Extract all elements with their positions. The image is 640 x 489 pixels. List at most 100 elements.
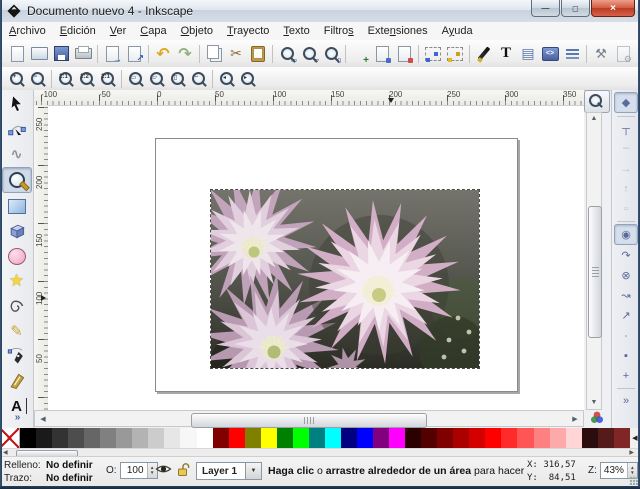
palette-swatch[interactable] (453, 428, 469, 448)
open-document-icon[interactable] (28, 43, 50, 65)
palette-swatch[interactable] (100, 428, 116, 448)
rectangle-tool[interactable] (3, 194, 31, 218)
vertical-ruler[interactable]: 250200150100500 (34, 105, 49, 410)
vertical-scroll-thumb[interactable] (588, 206, 602, 338)
more-snap-options-icon[interactable]: » (615, 391, 637, 410)
scroll-up-icon[interactable]: ▲ (587, 113, 601, 125)
document-page[interactable] (155, 138, 518, 392)
preferences-icon[interactable]: ⚒ (590, 43, 612, 65)
zoom-1-1-icon[interactable]: 1:1 (55, 69, 76, 89)
cut-icon[interactable]: ✂ (225, 43, 247, 65)
snap-cusp-nodes-icon[interactable]: ↝ (615, 286, 637, 305)
snap-bbox-edge-midpoints-icon[interactable]: ↑ (615, 179, 637, 198)
current-layer-select[interactable]: Layer 1 (196, 462, 246, 480)
palette-swatch[interactable] (132, 428, 148, 448)
palette-swatch[interactable] (148, 428, 164, 448)
palette-swatch[interactable] (20, 428, 36, 448)
text-dialog-icon[interactable]: T (495, 43, 517, 65)
palette-swatch[interactable] (164, 428, 180, 448)
palette-swatch[interactable] (116, 428, 132, 448)
zoom-to-drawing-icon[interactable]: ▱ (298, 43, 320, 65)
palette-swatch[interactable] (357, 428, 373, 448)
layers-dialog-icon[interactable]: ▤ (517, 43, 539, 65)
menu-edicion[interactable]: Edición (53, 23, 103, 39)
menu-filtros[interactable]: Filtros (317, 23, 361, 39)
calligraphy-tool[interactable] (3, 369, 31, 393)
zoom-value[interactable]: 43% (601, 465, 627, 476)
zoom-page-width-icon[interactable]: ⇔ (188, 69, 209, 89)
undo-icon[interactable]: ↶ (152, 43, 174, 65)
duplicate-icon[interactable] (349, 43, 371, 65)
pen-tool[interactable] (3, 344, 31, 368)
document-properties-icon[interactable] (612, 43, 634, 65)
palette-swatch[interactable] (261, 428, 277, 448)
palette-swatch[interactable] (309, 428, 325, 448)
horizontal-ruler[interactable]: -100-50050100150200250300350 (34, 90, 584, 106)
window-resize-grip[interactable] (629, 476, 638, 485)
menu-ver[interactable]: Ver (103, 23, 134, 39)
menu-trayecto[interactable]: Trayecto (220, 23, 276, 39)
minimize-button[interactable]: — (531, 0, 560, 17)
zoom-2-1-icon[interactable]: 2:1 (97, 69, 118, 89)
snap-bounding-box-icon[interactable]: ┬ (615, 119, 637, 138)
snap-midpoints-icon[interactable]: ∙ (615, 326, 637, 345)
zoom-page-icon[interactable]: ▯ (167, 69, 188, 89)
align-dialog-icon[interactable] (561, 43, 583, 65)
palette-swatch[interactable] (36, 428, 52, 448)
palette-swatch[interactable] (213, 428, 229, 448)
ellipse-tool[interactable] (3, 244, 31, 268)
menu-extensiones[interactable]: Extensiones (361, 23, 435, 39)
palette-swatch-none[interactable] (0, 428, 20, 448)
create-clone-icon[interactable] (371, 43, 393, 65)
xml-editor-icon[interactable]: <> (539, 43, 561, 65)
snap-nodes-icon[interactable]: ◉ (614, 224, 638, 245)
menu-capa[interactable]: Capa (133, 23, 173, 39)
zoom-drawing-icon[interactable]: ▱ (146, 69, 167, 89)
save-document-icon[interactable] (50, 43, 72, 65)
horizontal-scrollbar[interactable]: ◀ ▶ (34, 410, 584, 427)
palette-swatch[interactable] (389, 428, 405, 448)
palette-swatch[interactable] (197, 428, 213, 448)
zoom-1-2-icon[interactable]: 1:2 (76, 69, 97, 89)
opacity-spinbox[interactable]: 100 ▲▼ (120, 462, 158, 479)
snap-paths-icon[interactable]: ↷ (615, 246, 637, 265)
zoom-to-page-icon[interactable]: ▯ (320, 43, 342, 65)
palette-swatch[interactable] (229, 428, 245, 448)
vertical-scrollbar[interactable]: ▲ ▼ (586, 112, 602, 410)
snap-bbox-edges-icon[interactable]: ┄ (615, 139, 637, 158)
palette-swatch[interactable] (180, 428, 196, 448)
new-document-icon[interactable] (6, 43, 28, 65)
group-icon[interactable] (422, 43, 444, 65)
scroll-right-icon[interactable]: ▶ (567, 415, 583, 423)
snap-rotation-centers-icon[interactable]: + (615, 366, 637, 385)
paste-icon[interactable] (247, 43, 269, 65)
toolbox-overflow-button[interactable]: » (0, 408, 34, 426)
unlink-clone-icon[interactable] (393, 43, 415, 65)
enable-snapping-icon[interactable]: ◆ (614, 92, 638, 113)
sticky-zoom-button[interactable] (584, 90, 610, 113)
palette-swatch[interactable] (245, 428, 261, 448)
zoom-tool[interactable] (2, 167, 32, 193)
palette-swatch[interactable] (469, 428, 485, 448)
color-managed-display-button[interactable] (584, 408, 610, 427)
print-document-icon[interactable] (72, 43, 94, 65)
palette-swatch[interactable] (68, 428, 84, 448)
zoom-out-icon[interactable]: − (27, 69, 48, 89)
zoom-to-selection-icon[interactable]: ▭ (276, 43, 298, 65)
redo-icon[interactable]: ↷ (174, 43, 196, 65)
export-bitmap-icon[interactable]: ↗ (123, 43, 145, 65)
palette-swatch[interactable] (325, 428, 341, 448)
palette-swatch[interactable] (405, 428, 421, 448)
snap-smooth-nodes-icon[interactable]: ↗ (615, 306, 637, 325)
selector-tool[interactable] (3, 92, 31, 116)
menu-texto[interactable]: Texto (276, 23, 316, 39)
ungroup-icon[interactable] (444, 43, 466, 65)
layer-dropdown-icon[interactable]: ▼ (246, 462, 262, 480)
imported-photo-cactus-flowers[interactable] (211, 190, 479, 368)
scroll-left-icon[interactable]: ◀ (35, 415, 51, 423)
fill-stroke-dialog-icon[interactable] (473, 43, 495, 65)
zoom-in-icon[interactable]: + (6, 69, 27, 89)
palette-swatch[interactable] (598, 428, 614, 448)
menu-archivo[interactable]: Archivo (2, 23, 53, 39)
fill-stroke-indicator[interactable]: Relleno:No definir Trazo:No definir (4, 459, 93, 485)
